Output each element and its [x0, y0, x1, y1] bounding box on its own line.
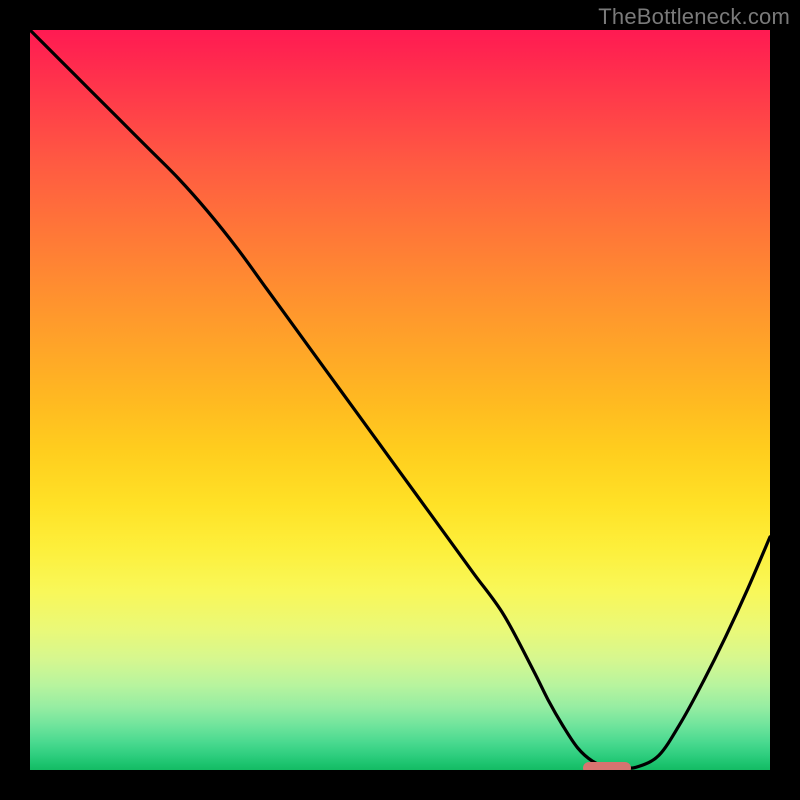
chart-frame: TheBottleneck.com: [0, 0, 800, 800]
bottleneck-curve: [30, 30, 770, 770]
watermark-text: TheBottleneck.com: [598, 4, 790, 30]
plot-area: [30, 30, 770, 770]
curve-path: [30, 30, 770, 768]
minimum-marker: [583, 762, 631, 770]
